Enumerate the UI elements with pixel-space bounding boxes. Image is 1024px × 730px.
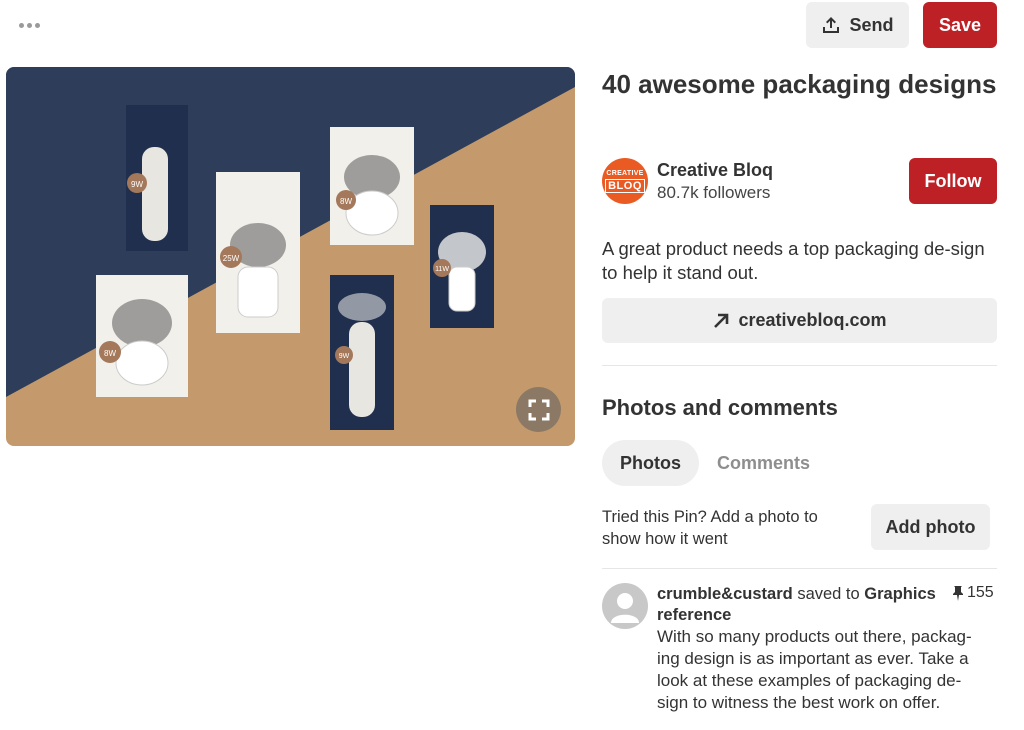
activity-saved-to: saved to bbox=[797, 585, 860, 603]
pin-icon bbox=[953, 586, 963, 601]
creator-followers: 80.7k followers bbox=[657, 183, 771, 202]
pin-image[interactable]: 9W 25W 8W 11W 8W 9W bbox=[6, 67, 575, 446]
wattage-label: 9W bbox=[339, 353, 350, 360]
user-icon bbox=[611, 593, 639, 623]
activity-saved-line: crumble&custard saved to Graphics refere… bbox=[657, 584, 957, 626]
expand-image-button[interactable] bbox=[516, 387, 561, 432]
more-options-button[interactable] bbox=[14, 12, 44, 38]
creator-name[interactable]: Creative Bloq bbox=[657, 160, 773, 181]
divider bbox=[602, 365, 997, 366]
creator-avatar[interactable]: CREATIVE BLOQ bbox=[602, 158, 648, 204]
logo-text-line1: CREATIVE bbox=[606, 169, 644, 177]
avatar[interactable] bbox=[602, 583, 648, 629]
tried-pin-prompt: Tried this Pin? Add a photo to show how … bbox=[602, 508, 818, 548]
activity-user[interactable]: crumble&custard bbox=[657, 585, 793, 603]
dot-icon bbox=[26, 22, 32, 28]
divider bbox=[602, 568, 997, 569]
logo-text-line2: BLOQ bbox=[605, 178, 645, 193]
wattage-label: 25W bbox=[223, 254, 240, 263]
photos-comments-title: Photos and comments bbox=[602, 395, 838, 420]
share-icon bbox=[823, 17, 840, 33]
follow-button[interactable]: Follow bbox=[909, 158, 997, 204]
tab-comments[interactable]: Comments bbox=[717, 440, 810, 486]
pin-description: A great product needs a top packaging de… bbox=[602, 238, 985, 283]
dot-icon bbox=[34, 22, 40, 28]
pin-title: 40 awesome packaging designs bbox=[602, 69, 997, 99]
wattage-label: 11W bbox=[435, 266, 449, 273]
send-label: Send bbox=[849, 14, 894, 35]
expand-icon bbox=[528, 399, 549, 420]
pin-count: 155 bbox=[952, 584, 994, 602]
wattage-label: 8W bbox=[104, 349, 116, 358]
tab-photos[interactable]: Photos bbox=[602, 440, 699, 486]
save-button[interactable]: Save bbox=[923, 2, 997, 48]
arrow-up-right-icon bbox=[714, 313, 729, 328]
pin-count-value: 155 bbox=[967, 584, 994, 601]
activity-comment: With so many products out there, packag-… bbox=[657, 627, 972, 712]
dot-icon bbox=[18, 22, 24, 28]
wattage-label: 9W bbox=[131, 180, 143, 189]
add-photo-button[interactable]: Add photo bbox=[871, 504, 990, 550]
source-link-label: creativebloq.com bbox=[738, 310, 887, 330]
wattage-label: 8W bbox=[340, 197, 352, 206]
source-link-button[interactable]: creativebloq.com bbox=[602, 298, 997, 343]
send-button[interactable]: Send bbox=[806, 2, 909, 48]
